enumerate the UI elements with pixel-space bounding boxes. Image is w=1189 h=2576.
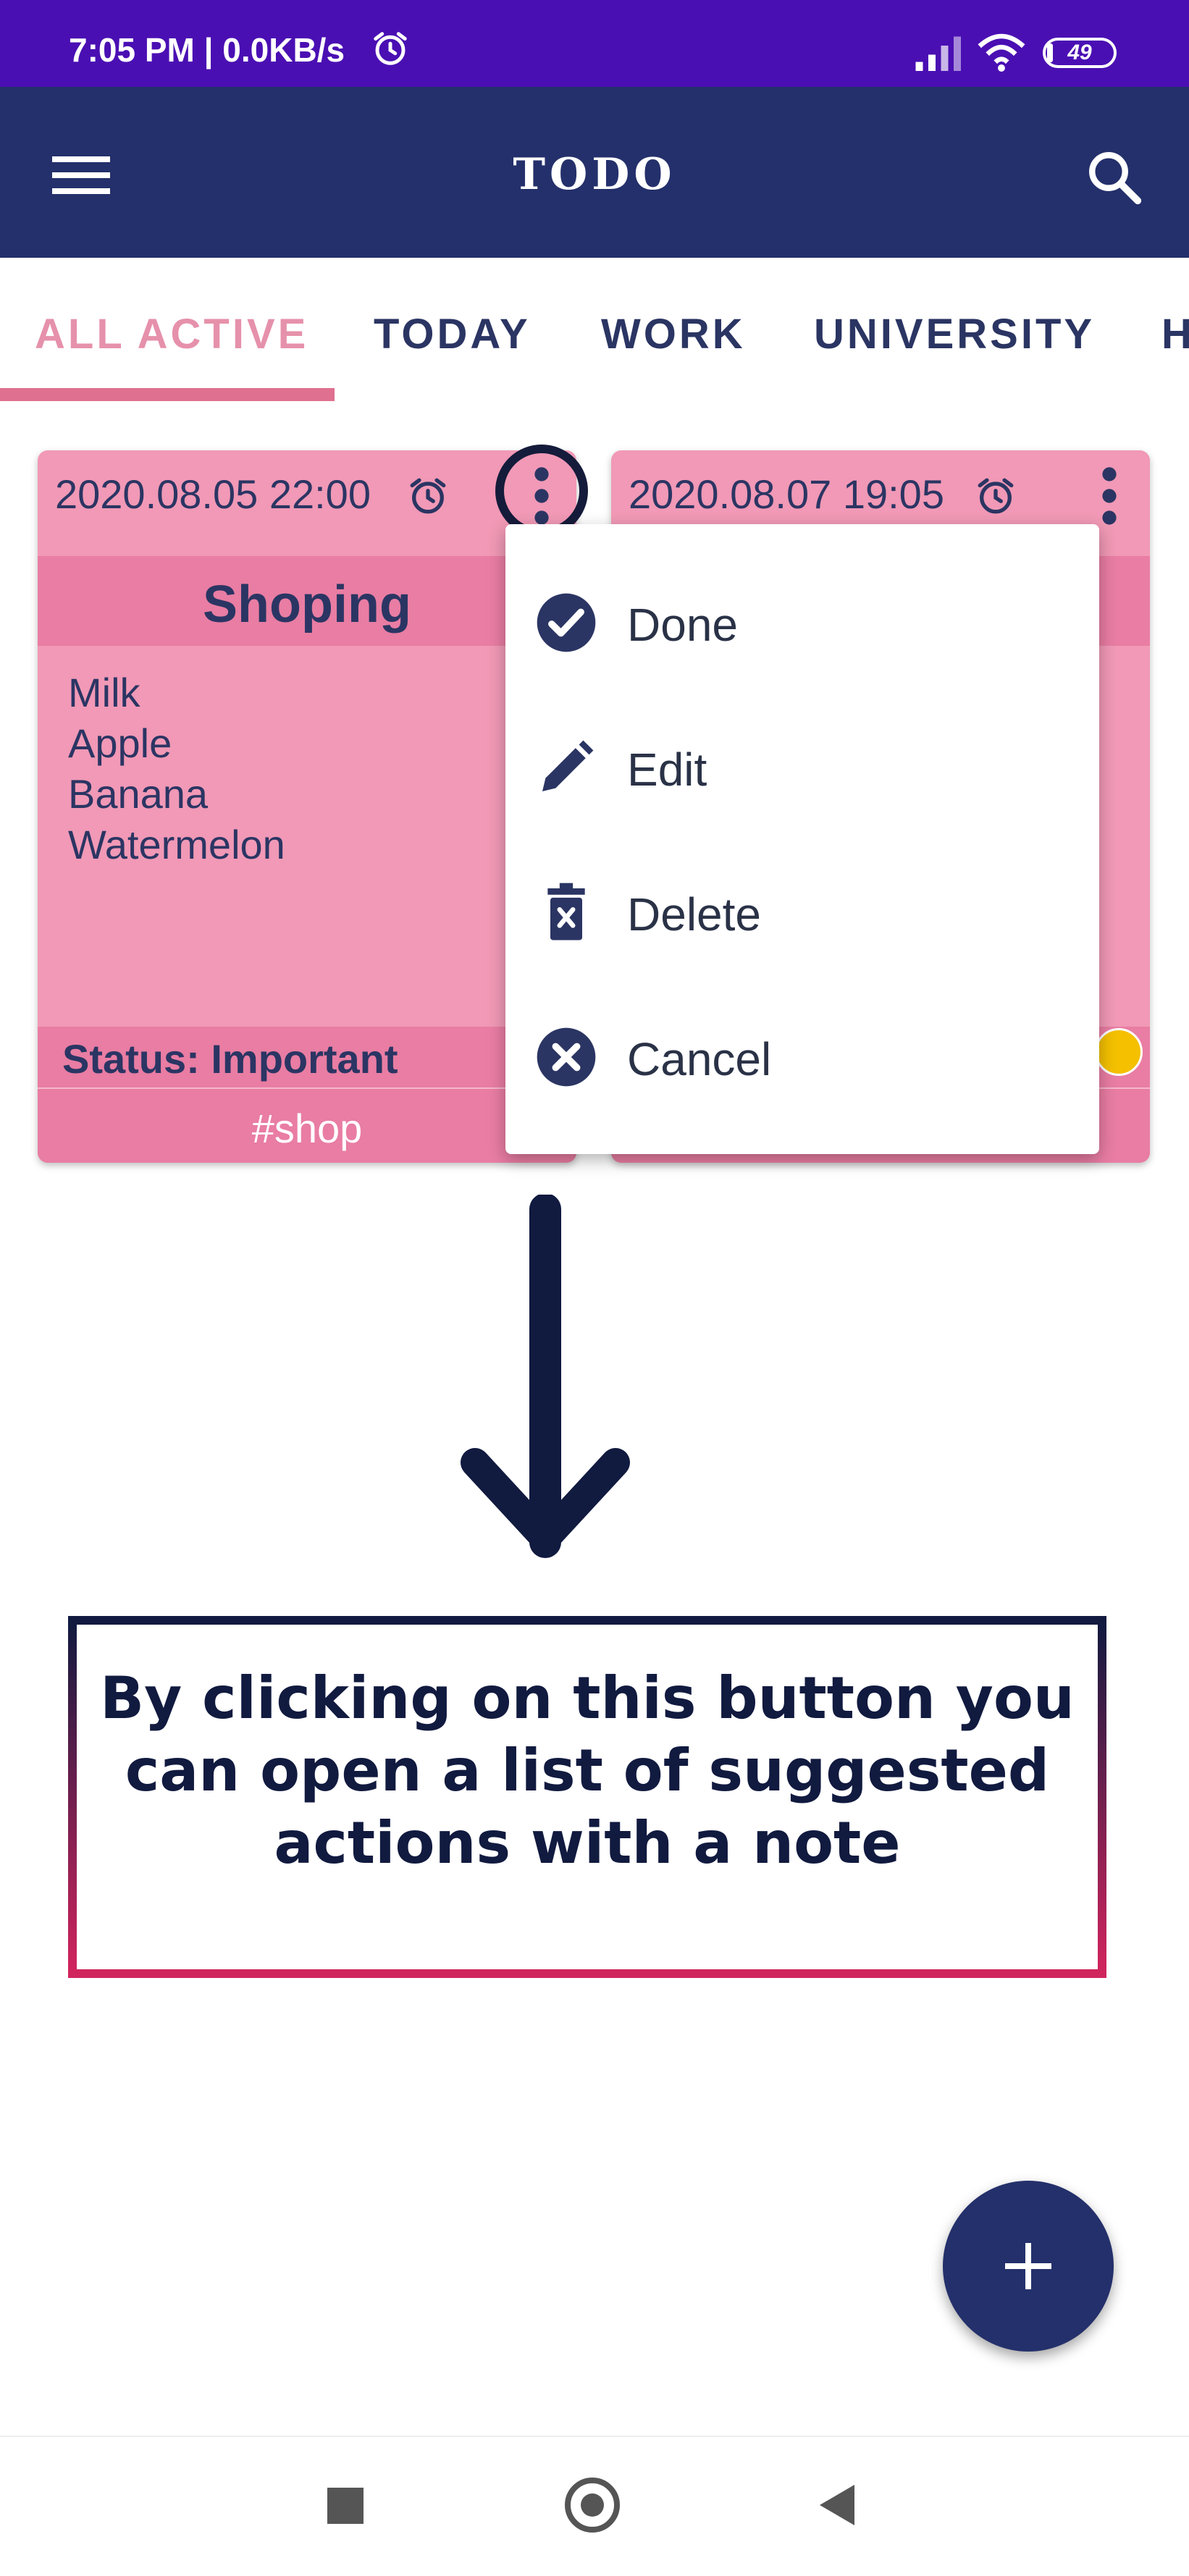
trash-icon	[547, 883, 585, 940]
annotation-note: By clicking on this button you can open …	[100, 1664, 1075, 1877]
tab-today[interactable]: TODAY	[374, 310, 531, 358]
card-status-bar: Status: Important	[38, 1027, 576, 1087]
card-tag[interactable]: #shop	[38, 1105, 576, 1152]
list-item: Milk	[68, 670, 140, 715]
card-datetime: 2020.08.07 19:05	[629, 471, 944, 517]
list-item: Apple	[68, 720, 172, 766]
tab-all-active[interactable]: ALL ACTIVE	[35, 310, 308, 358]
priority-indicator	[1095, 1028, 1143, 1076]
card-title: Shoping	[203, 576, 411, 634]
actions-popup-menu: Done Edit Delete Cancel	[505, 524, 1099, 1154]
app-bar: TODO	[0, 87, 1189, 258]
status-bar: 7:05 PM | 0.0KB/s 49	[0, 0, 1189, 87]
home-button-inner	[581, 2493, 604, 2517]
menu-item-cancel[interactable]: Cancel	[505, 985, 1099, 1129]
recent-apps-button[interactable]	[327, 2488, 364, 2524]
app-title: TODO	[513, 149, 676, 200]
status-time: 7:05 PM | 0.0KB/s	[69, 31, 345, 69]
tab-university[interactable]: UNIVERSITY	[814, 310, 1095, 358]
wifi-icon	[978, 33, 1025, 72]
highlight-ring	[495, 445, 588, 537]
battery-level: 49	[1067, 41, 1092, 64]
battery-icon: 49	[1043, 38, 1117, 68]
menu-item-label: Delete	[627, 888, 761, 940]
alarm-icon	[410, 478, 446, 514]
menu-item-delete[interactable]: Delete	[505, 840, 1099, 985]
alarm-icon	[374, 32, 407, 65]
tab-bar: ALL ACTIVE TODAY WORK UNIVERSITY H	[0, 258, 1189, 403]
card-item-list: Milk Apple Banana Watermelon	[68, 668, 285, 870]
menu-item-label: Done	[627, 599, 738, 651]
signal-icon	[915, 36, 961, 71]
close-circle-icon	[537, 1027, 596, 1087]
annotation-note-box: By clicking on this button you can open …	[68, 1616, 1106, 1978]
menu-item-label: Cancel	[627, 1033, 772, 1085]
home-button[interactable]	[565, 2478, 620, 2533]
menu-item-edit[interactable]: Edit	[505, 695, 1099, 840]
alarm-icon	[978, 478, 1014, 514]
menu-item-label: Edit	[627, 744, 707, 796]
active-tab-indicator	[0, 388, 335, 401]
card-datetime: 2020.08.05 22:00	[55, 471, 371, 517]
menu-item-done[interactable]: Done	[505, 550, 1099, 695]
card-header: Shoping	[38, 556, 576, 646]
more-options-icon[interactable]	[1095, 463, 1124, 529]
pencil-icon	[542, 740, 594, 791]
add-todo-button[interactable]	[943, 2181, 1114, 2352]
list-item: Watermelon	[68, 822, 285, 867]
down-arrow-icon	[461, 1195, 630, 1558]
search-icon[interactable]	[1083, 146, 1144, 207]
todo-card[interactable]: 2020.08.05 22:00 Shoping Milk Apple Bana…	[38, 450, 576, 1163]
tab-partial[interactable]: H	[1161, 310, 1189, 358]
card-tag-row: #shop	[38, 1087, 576, 1163]
list-item: Banana	[68, 771, 209, 817]
tab-work[interactable]: WORK	[601, 310, 746, 358]
back-button[interactable]	[817, 2482, 857, 2528]
system-nav-bar	[0, 2436, 1189, 2576]
card-status: Status: Important	[62, 1036, 398, 1082]
plus-icon	[1005, 2243, 1051, 2289]
check-circle-icon	[537, 593, 596, 652]
